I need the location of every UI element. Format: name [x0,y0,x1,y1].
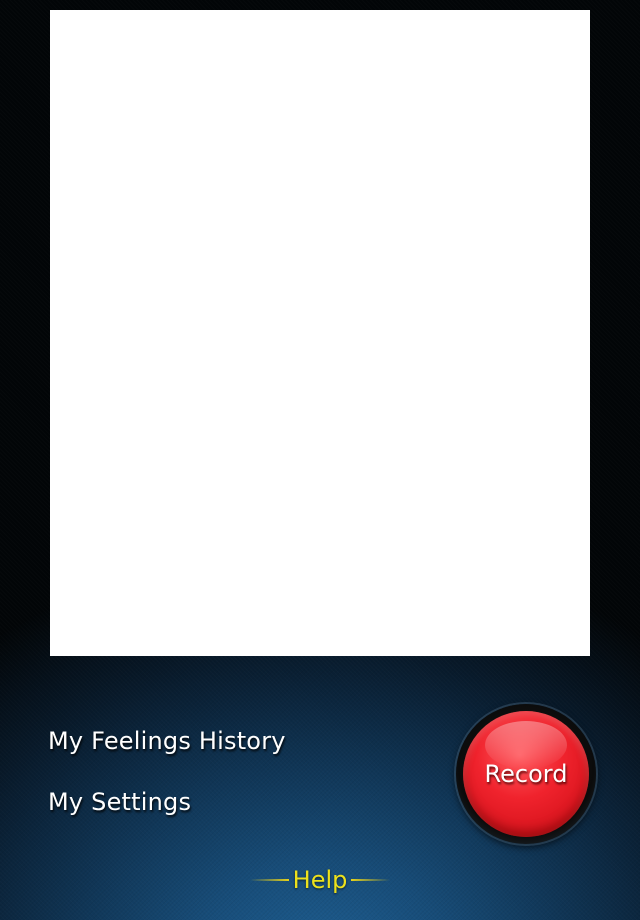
help-divider-right [351,879,390,881]
record-button-label: Record [484,760,568,788]
help-divider-left [250,879,289,881]
content-panel [50,10,590,656]
my-settings-link[interactable]: My Settings [48,788,191,816]
help-label: Help [292,866,348,894]
record-button[interactable]: Record [463,711,589,837]
my-feelings-history-link[interactable]: My Feelings History [48,727,286,755]
help-link[interactable]: Help [250,862,390,898]
record-button-bezel: Record [456,704,596,844]
